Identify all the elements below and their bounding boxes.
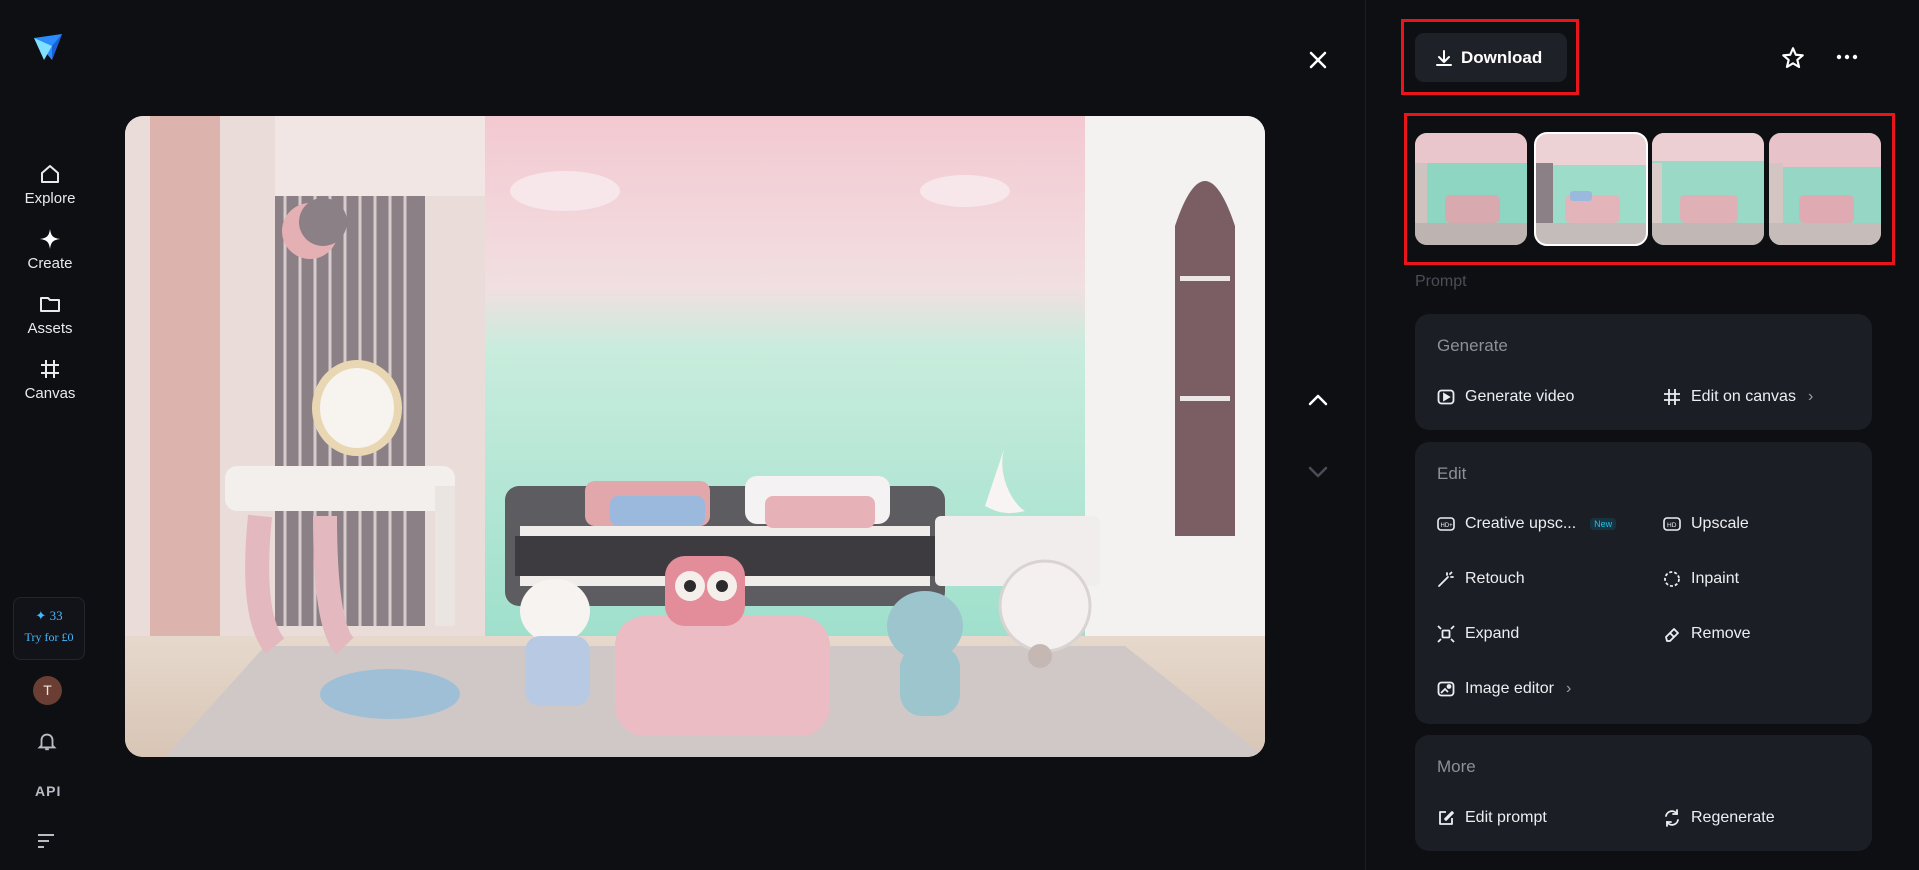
inpaint-icon — [1664, 571, 1680, 587]
regenerate-button[interactable]: Regenerate — [1663, 809, 1775, 827]
panel-divider — [1365, 0, 1366, 870]
credits-count: ✦ 33 — [35, 608, 63, 623]
sidebar-item-label: Create — [27, 255, 73, 272]
credits-badge[interactable]: ✦ 33 Try for £0 — [13, 597, 85, 660]
bell-icon[interactable] — [36, 730, 58, 752]
more-options-button[interactable] — [1835, 47, 1859, 72]
generated-image[interactable] — [125, 116, 1265, 757]
more-icon — [1836, 54, 1858, 60]
hd-icon: HD — [1663, 517, 1681, 531]
menu-icon[interactable] — [36, 832, 56, 850]
chevron-up-icon — [1308, 394, 1328, 406]
play-icon — [1437, 389, 1455, 405]
folder-icon — [40, 297, 60, 312]
creative-upscale-button[interactable]: HD+ Creative upsc... New — [1437, 515, 1617, 533]
action-label: Remove — [1691, 625, 1751, 642]
more-card: More Edit prompt Regenerate — [1415, 735, 1872, 851]
prompt-label: Prompt — [1415, 273, 1467, 290]
chevron-right-icon: › — [1807, 388, 1814, 405]
sidebar-item-label: Assets — [27, 320, 73, 337]
sidebar: Explore Create Assets Canvas ✦ 33 Try fo… — [0, 0, 100, 870]
download-icon — [1436, 49, 1452, 66]
retouch-button[interactable]: Retouch — [1437, 570, 1525, 588]
edit-title: Edit — [1437, 464, 1467, 483]
eraser-icon — [1665, 628, 1679, 642]
thumbnail-4[interactable] — [1769, 133, 1881, 245]
generate-video-button[interactable]: Generate video — [1437, 388, 1574, 406]
close-button[interactable] — [1303, 45, 1333, 75]
canvas-icon — [41, 360, 59, 378]
sidebar-item-canvas[interactable]: Canvas — [0, 357, 100, 402]
previous-image-button[interactable] — [1303, 388, 1333, 417]
expand-icon — [1437, 625, 1455, 643]
sidebar-item-assets[interactable]: Assets — [0, 292, 100, 337]
image-editor-button[interactable]: Image editor › — [1437, 680, 1571, 698]
api-link[interactable]: API — [35, 783, 61, 799]
magic-wand-icon — [1438, 571, 1454, 587]
next-image-button[interactable] — [1303, 460, 1333, 489]
chevron-right-icon: › — [1565, 680, 1572, 697]
app-logo[interactable] — [30, 30, 66, 66]
action-label: Generate video — [1465, 388, 1575, 405]
action-label: Expand — [1465, 625, 1520, 642]
action-label: Creative upsc... — [1465, 515, 1577, 532]
generate-title: Generate — [1437, 336, 1508, 355]
download-button[interactable]: Download — [1415, 33, 1567, 82]
sidebar-item-label: Canvas — [24, 385, 76, 402]
chevron-down-icon — [1308, 466, 1328, 478]
sidebar-item-explore[interactable]: Explore — [0, 162, 100, 207]
generate-card: Generate Generate video Edit on canvas › — [1415, 314, 1872, 430]
sparkle-icon — [40, 229, 60, 249]
thumbnail-3[interactable] — [1652, 133, 1764, 245]
sidebar-item-create[interactable]: Create — [0, 227, 100, 272]
avatar[interactable]: T — [33, 676, 62, 705]
favorite-button[interactable] — [1780, 45, 1806, 76]
remove-button[interactable]: Remove — [1663, 625, 1751, 643]
edit-icon — [1439, 811, 1454, 825]
action-label: Edit prompt — [1465, 809, 1547, 826]
svg-text:HD: HD — [1667, 522, 1677, 529]
expand-button[interactable]: Expand — [1437, 625, 1519, 643]
action-label: Regenerate — [1691, 809, 1775, 826]
action-label: Inpaint — [1691, 570, 1740, 587]
image-edit-icon — [1437, 681, 1455, 697]
close-icon — [1309, 51, 1327, 69]
new-badge: New — [1590, 518, 1617, 530]
edit-card: Edit HD+ Creative upsc... New HD Upscale… — [1415, 442, 1872, 724]
thumbnail-2[interactable] — [1534, 132, 1648, 246]
more-title: More — [1437, 757, 1476, 776]
download-label: Download — [1461, 47, 1543, 67]
home-icon — [41, 165, 59, 183]
action-label: Upscale — [1691, 515, 1749, 532]
refresh-icon — [1665, 809, 1679, 827]
upscale-button[interactable]: HD Upscale — [1663, 515, 1749, 533]
edit-prompt-button[interactable]: Edit prompt — [1437, 809, 1547, 827]
action-label: Image editor — [1465, 680, 1554, 697]
canvas-icon — [1664, 389, 1680, 405]
action-label: Edit on canvas — [1691, 388, 1796, 405]
hd-plus-icon: HD+ — [1437, 517, 1455, 531]
thumbnail-1[interactable] — [1415, 133, 1527, 245]
action-label: Retouch — [1465, 570, 1525, 587]
credits-cta: Try for £0 — [24, 630, 74, 644]
inpaint-button[interactable]: Inpaint — [1663, 570, 1739, 588]
edit-on-canvas-button[interactable]: Edit on canvas › — [1663, 388, 1813, 406]
star-icon — [1782, 47, 1804, 69]
svg-text:HD+: HD+ — [1441, 523, 1454, 529]
sidebar-item-label: Explore — [24, 190, 76, 207]
